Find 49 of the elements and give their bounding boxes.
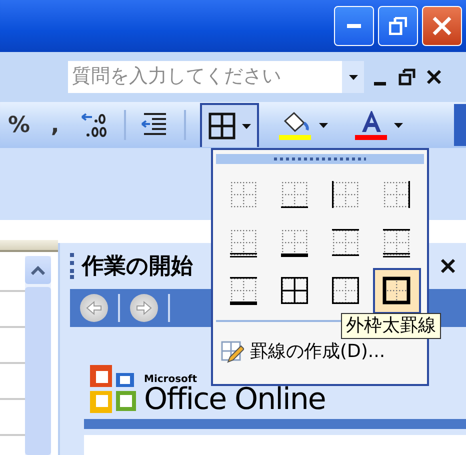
dotted-grip-icon [274, 157, 366, 161]
forward-button[interactable] [130, 294, 158, 322]
scrollbar-thumb[interactable] [25, 287, 51, 455]
scroll-up-button[interactable] [25, 256, 51, 284]
question-field[interactable]: 質問を入力してください [68, 61, 364, 93]
border-style-icon [330, 180, 360, 210]
restore-button[interactable] [378, 6, 418, 46]
caret-icon [348, 74, 358, 80]
menu-grip[interactable] [216, 154, 424, 164]
border-style-icon [382, 228, 412, 258]
restore-icon[interactable] [398, 68, 416, 86]
borders-button[interactable] [200, 103, 260, 147]
font-color-icon [354, 109, 388, 141]
caret-icon [394, 122, 404, 128]
border-style-icon [228, 180, 258, 210]
logo-small-text: Microsoft [144, 375, 198, 385]
border-style-icon [330, 228, 360, 258]
forward-arrow-icon [136, 301, 152, 315]
border-style-icon [228, 276, 258, 306]
border-style-icon [280, 276, 310, 306]
caret-icon [242, 124, 252, 128]
paint-bucket-icon [279, 109, 314, 141]
close-icon [432, 16, 452, 36]
border-style-icon [330, 276, 360, 306]
logo-text: Office Online [144, 385, 326, 415]
border-style-icon [280, 180, 310, 210]
toolbar-glyph[interactable]: % [8, 112, 30, 138]
column-header [0, 240, 58, 252]
border-option[interactable] [372, 268, 420, 314]
border-style-icon [228, 228, 258, 258]
toolbar-glyph[interactable]: , [44, 112, 66, 138]
border-style-icon [382, 180, 412, 210]
draw-borders-item[interactable]: 罫線の作成(D)... [216, 340, 424, 364]
close-button[interactable] [422, 6, 462, 46]
back-arrow-icon [86, 301, 102, 315]
tooltip: 外枠太罫線 [341, 313, 441, 339]
minimize-icon [347, 24, 361, 28]
pencil-grid-icon [220, 340, 244, 364]
restore-icon [389, 17, 407, 35]
borders-icon [208, 112, 236, 140]
close-icon[interactable] [440, 258, 456, 274]
minimize-button[interactable] [334, 6, 374, 46]
back-button[interactable] [80, 294, 108, 322]
caret-icon [319, 122, 328, 128]
grip-icon[interactable] [70, 253, 74, 279]
close-icon[interactable] [426, 69, 442, 85]
border-style-icon [382, 276, 412, 306]
border-style-icon [280, 228, 310, 258]
task-pane-title: 作業の開始 [82, 253, 194, 281]
